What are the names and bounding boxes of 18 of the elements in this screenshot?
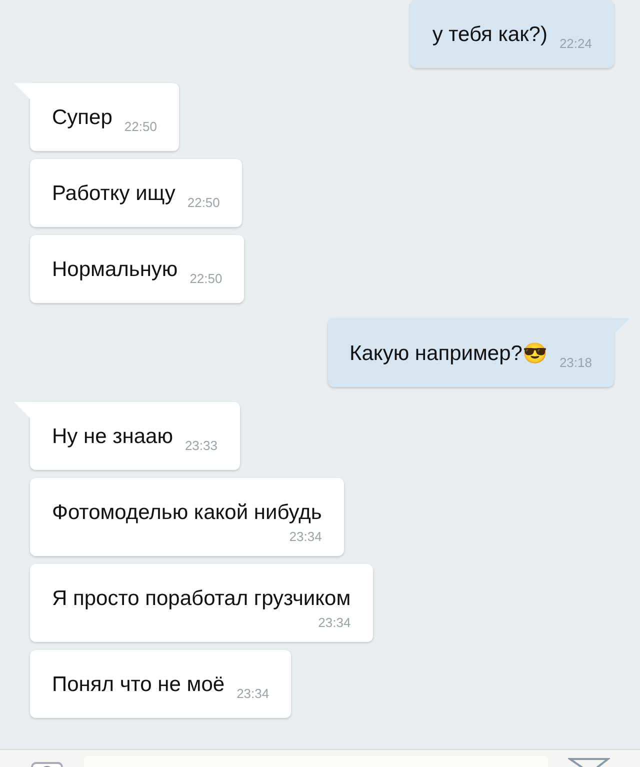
message-time: 22:24 (559, 36, 592, 51)
message-text: Супер (52, 106, 112, 130)
message-time: 23:33 (184, 438, 218, 453)
message-text: Понял что не моё (52, 673, 225, 697)
message-time: 23:34 (236, 686, 270, 701)
message-text: Фотомоделью какой нибудь (52, 501, 322, 525)
message-time: 23:34 (289, 529, 322, 544)
message-text: Нормальную (52, 258, 178, 282)
message-text: Ну не знааю (52, 425, 173, 449)
message-text: у тебя как?) (432, 23, 548, 47)
message-text: Какую например?😎 (350, 341, 548, 366)
message-text: Я просто поработал грузчиком (52, 587, 351, 611)
message-time: 22:50 (187, 195, 220, 210)
message-text: Работку ищу (52, 182, 176, 206)
message-time: 23:34 (318, 615, 351, 630)
message-time: 23:18 (559, 355, 592, 370)
message-time: 22:50 (124, 119, 157, 134)
message-time: 22:50 (190, 271, 222, 286)
